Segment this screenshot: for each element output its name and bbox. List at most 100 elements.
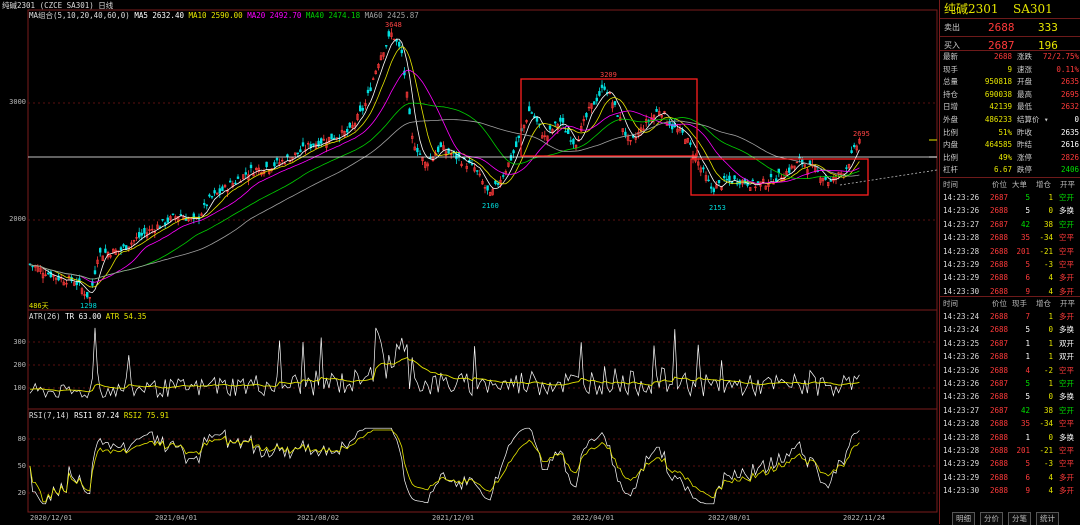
ask-label: 卖出 bbox=[944, 23, 960, 32]
candle-body bbox=[205, 204, 208, 207]
tab-price-dist[interactable]: 分价 bbox=[980, 512, 1003, 525]
candle-body bbox=[787, 167, 791, 173]
tick-price: 2688 bbox=[990, 325, 1009, 335]
ask-row[interactable]: 卖出 2688 333 bbox=[940, 19, 1080, 36]
tick-oi-change: 38 bbox=[1043, 219, 1053, 229]
trade-tick-row[interactable]: 14:23:24 2688 5 0 多换 bbox=[940, 323, 1080, 336]
x-tick: 2020/12/01 bbox=[30, 514, 73, 522]
tick-oi-change: 1 bbox=[1048, 338, 1053, 348]
trade-tick-row[interactable]: 14:23:29 2688 6 4 多开 bbox=[940, 471, 1080, 484]
trade-tick-row[interactable]: 14:23:26 2688 1 1 双开 bbox=[940, 350, 1080, 363]
candle-body bbox=[530, 112, 534, 114]
candle-body bbox=[850, 150, 853, 154]
tick-time: 14:23:29 bbox=[943, 472, 980, 482]
atr-legend: ATR(26) TR 63.00 ATR 54.35 bbox=[29, 312, 146, 321]
trade-tick-row[interactable]: 14:23:26 2687 5 1 空开 bbox=[940, 377, 1080, 390]
period-label[interactable]: 日线 bbox=[98, 1, 113, 10]
tick-volume: 201 bbox=[1016, 446, 1030, 455]
candle-body bbox=[119, 247, 123, 251]
tick-oi-change: -21 bbox=[1039, 446, 1053, 455]
candle-body bbox=[387, 31, 390, 37]
tick-volume: 5 bbox=[1025, 325, 1030, 335]
trade-tick-row[interactable]: 14:23:24 2688 7 1 多开 bbox=[940, 310, 1080, 323]
candle-body bbox=[598, 91, 601, 96]
quote-symbol-code: SA301 bbox=[1013, 2, 1053, 16]
stat-label: 持仓 bbox=[943, 89, 958, 99]
candle-body bbox=[655, 109, 658, 112]
trade-tick-row[interactable]: 14:23:26 2688 5 0 多换 bbox=[940, 204, 1080, 217]
trade-tick-row[interactable]: 14:23:28 2688 35 -34 空平 bbox=[940, 231, 1080, 244]
tick-type: 多开 bbox=[1059, 273, 1074, 283]
tick-price: 2688 bbox=[990, 206, 1009, 216]
quote-panel: 纯碱2301 SA301 卖出 2688 333 买入 2687 196 最新 2… bbox=[939, 0, 1080, 525]
trade-tick-row[interactable]: 14:23:26 2688 5 0 多换 bbox=[940, 390, 1080, 403]
candle-body bbox=[218, 188, 221, 194]
candle-body bbox=[166, 217, 169, 223]
candle-body bbox=[236, 176, 240, 179]
tick-type: 空开 bbox=[1059, 193, 1074, 202]
stat-value: 2688 bbox=[993, 52, 1012, 61]
candle-body bbox=[592, 101, 596, 105]
stat-label: 内盘 bbox=[943, 140, 958, 150]
tick-price: 2688 bbox=[990, 260, 1009, 269]
candle-body bbox=[330, 133, 333, 140]
tick-time: 14:23:29 bbox=[943, 273, 980, 283]
ma60-line bbox=[29, 119, 860, 280]
tick-price: 2688 bbox=[990, 392, 1009, 402]
chart-area[interactable]: 纯碱2301 (CZCE SA301) 日线 MA组合(5,10,20,40,6… bbox=[0, 0, 938, 524]
candle-body bbox=[585, 113, 588, 118]
candle-body bbox=[535, 116, 539, 122]
tick-type: 空平 bbox=[1059, 459, 1074, 469]
quote-stat-row: 比例 49% 涨停 2826 bbox=[940, 152, 1080, 164]
trade-tick-row[interactable]: 14:23:27 2687 42 38 空开 bbox=[940, 404, 1080, 417]
trade-tick-row[interactable]: 14:23:28 2688 35 -34 空平 bbox=[940, 417, 1080, 430]
trade-tick-row[interactable]: 14:23:29 2688 5 -3 空平 bbox=[940, 258, 1080, 271]
trade-tick-row[interactable]: 14:23:26 2687 5 1 空开 bbox=[940, 191, 1080, 204]
symbol-title: 纯碱2301 bbox=[2, 1, 36, 10]
trade-tick-row[interactable]: 14:23:28 2688 201 -21 空平 bbox=[940, 444, 1080, 457]
trade-tick-row[interactable]: 14:23:29 2688 6 4 多开 bbox=[940, 271, 1080, 284]
trade-tick-row[interactable]: 14:23:28 2688 1 0 多换 bbox=[940, 431, 1080, 444]
trade-tick-row[interactable]: 14:23:27 2687 42 38 空开 bbox=[940, 218, 1080, 231]
candle-body bbox=[286, 154, 289, 158]
trade-tick-row[interactable]: 14:23:25 2687 1 1 双开 bbox=[940, 337, 1080, 350]
kline-chart-svg[interactable] bbox=[0, 0, 938, 524]
atr-y-tick-100: 100 bbox=[13, 384, 26, 392]
candle-body bbox=[358, 105, 362, 112]
rsi-indicator-label[interactable]: RSI(7,14) bbox=[29, 411, 70, 420]
rsi2-value: RSI2 75.91 bbox=[123, 411, 169, 420]
tick-type: 多换 bbox=[1059, 432, 1074, 442]
atr-indicator-label[interactable]: ATR(26) bbox=[29, 312, 61, 321]
candle-body bbox=[616, 115, 619, 117]
candle-body bbox=[569, 140, 573, 142]
ma5-value: MA5 2632.40 bbox=[134, 11, 184, 20]
candle-body bbox=[470, 163, 474, 165]
trade-tick-row[interactable]: 14:23:28 2688 201 -21 空平 bbox=[940, 245, 1080, 258]
candle-body bbox=[561, 117, 565, 123]
ma-indicator-label[interactable]: MA组合(5,10,20,40,60,0) bbox=[29, 11, 130, 20]
stat-label: 涨停 bbox=[1017, 152, 1032, 162]
stat-label: 最高 bbox=[1017, 89, 1032, 99]
tab-ticks[interactable]: 分笔 bbox=[1008, 512, 1031, 525]
tick-volume: 6 bbox=[1025, 472, 1030, 482]
tick-oi-change: 0 bbox=[1048, 392, 1053, 402]
tab-detail[interactable]: 明细 bbox=[952, 512, 975, 525]
trade-tick-row[interactable]: 14:23:26 2688 4 -2 空平 bbox=[940, 364, 1080, 377]
trades-header-cell: 增仓 bbox=[1036, 299, 1051, 308]
candle-body bbox=[361, 107, 364, 111]
quote-stat-row: 杠杆 6.67 跌停 2406 bbox=[940, 164, 1080, 176]
stat-label: 涨跌 bbox=[1017, 52, 1032, 61]
candle-body bbox=[332, 137, 336, 140]
stat-value: 2695 bbox=[1060, 89, 1079, 99]
trades-header-cell: 大单 bbox=[1012, 180, 1027, 189]
candle-body bbox=[301, 142, 305, 147]
candle-body bbox=[559, 117, 562, 122]
trade-tick-row[interactable]: 14:23:30 2688 9 4 多开 bbox=[940, 484, 1080, 497]
trade-tick-row[interactable]: 14:23:29 2688 5 -3 空平 bbox=[940, 457, 1080, 470]
tick-oi-change: 1 bbox=[1048, 193, 1053, 202]
candle-body bbox=[143, 227, 146, 234]
tick-price: 2688 bbox=[990, 419, 1009, 429]
candle-body bbox=[234, 182, 237, 185]
tab-stats[interactable]: 统计 bbox=[1036, 512, 1059, 525]
candle-body bbox=[436, 146, 440, 152]
